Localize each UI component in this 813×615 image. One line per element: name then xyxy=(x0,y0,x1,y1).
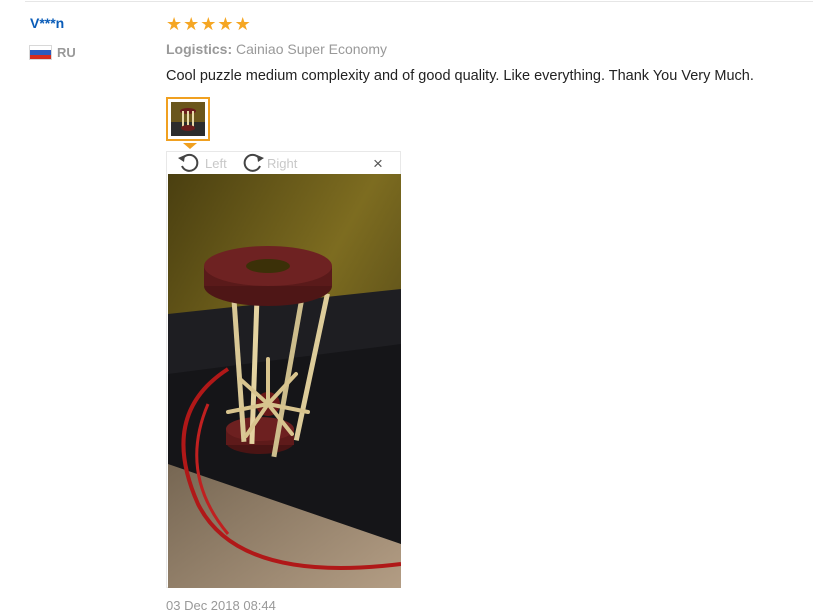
logistics-label: Logistics: xyxy=(166,41,233,57)
logistics-info: Logistics: Cainiao Super Economy xyxy=(166,41,387,57)
rotate-right-button[interactable]: Right xyxy=(239,152,297,174)
rotate-left-icon xyxy=(178,153,199,172)
logistics-value: Cainiao Super Economy xyxy=(236,41,387,57)
thumbnail-image xyxy=(171,102,205,136)
rating-stars: ★ ★ ★ ★ ★ xyxy=(166,14,251,34)
russia-flag-icon xyxy=(30,46,51,59)
review-text: Cool puzzle medium complexity and of goo… xyxy=(166,68,754,84)
rotate-left-label: Left xyxy=(205,155,227,171)
review-photo xyxy=(168,174,401,588)
top-divider xyxy=(25,1,813,2)
rotate-right-label: Right xyxy=(267,155,298,171)
close-icon[interactable]: × xyxy=(373,155,383,173)
review-photo-thumbnail[interactable] xyxy=(166,97,210,141)
star-icon: ★ xyxy=(234,14,251,34)
review-date: 03 Dec 2018 08:44 xyxy=(166,598,276,613)
viewer-toolbar: Left Right × xyxy=(167,152,400,174)
star-icon: ★ xyxy=(183,14,200,34)
thumbnail-pointer xyxy=(183,143,197,149)
rotate-right-icon xyxy=(243,153,264,172)
reviewer-name: V***n xyxy=(30,15,65,31)
star-icon: ★ xyxy=(217,14,234,34)
star-icon: ★ xyxy=(166,14,183,34)
star-icon: ★ xyxy=(200,14,217,34)
reviewer-country: RU xyxy=(30,45,76,60)
photo-viewer: Left Right × xyxy=(166,151,401,588)
country-code: RU xyxy=(57,45,76,60)
rotate-left-button[interactable]: Left xyxy=(177,152,227,174)
